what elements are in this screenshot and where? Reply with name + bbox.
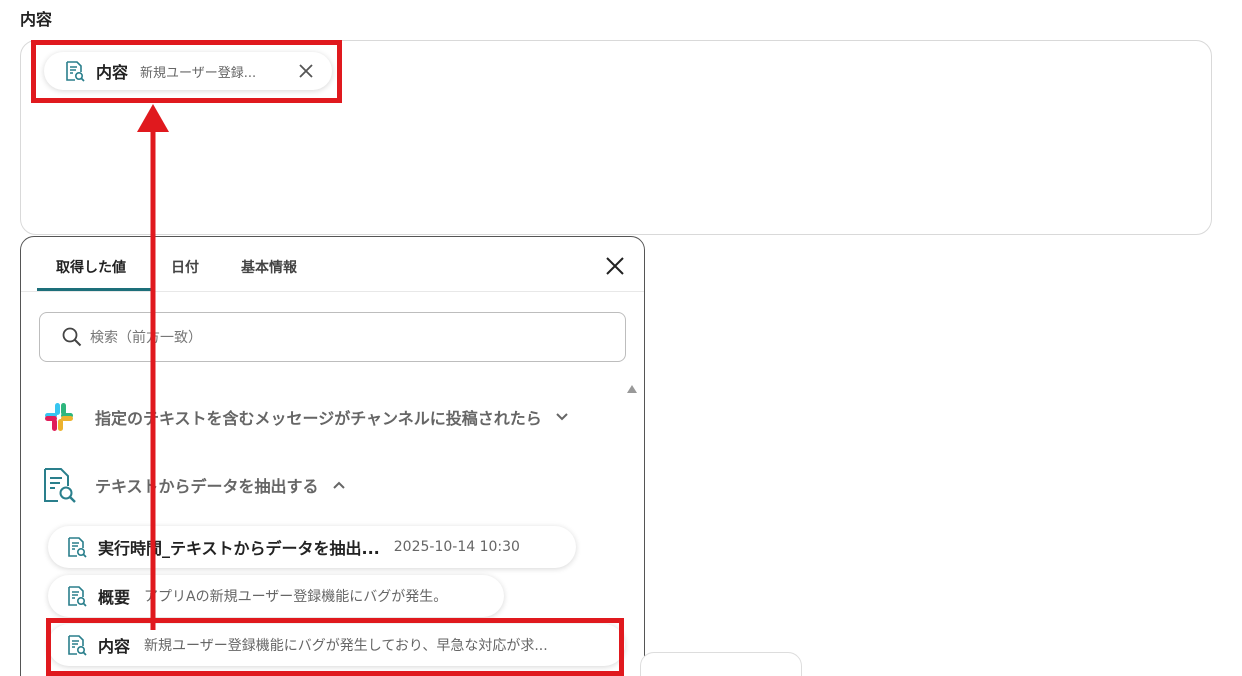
search-input[interactable]: 検索（前方一致） bbox=[39, 312, 626, 362]
item-label: 概要 bbox=[98, 588, 131, 607]
slack-logo-icon bbox=[45, 403, 73, 431]
search-placeholder: 検索（前方一致） bbox=[90, 330, 202, 346]
value-item[interactable]: 概要 アプリAの新規ユーザー登録機能にバグが発生。 bbox=[48, 575, 504, 617]
active-tab-indicator bbox=[37, 288, 151, 291]
value-picker-popup: 取得した値 日付 基本情報 検索（前方一致） 指定のテキストを含むメッセージがチ… bbox=[20, 236, 645, 676]
item-value: 2025-10-14 10:30 bbox=[393, 539, 520, 555]
close-icon[interactable] bbox=[605, 256, 625, 276]
tab-date[interactable]: 日付 bbox=[171, 257, 199, 277]
section-slack-trigger[interactable]: 指定のテキストを含むメッセージがチャンネルに投稿されたら bbox=[43, 401, 570, 433]
highlight-box-source bbox=[46, 618, 624, 676]
section-title: テキストからデータを抽出する bbox=[95, 477, 319, 496]
document-search-icon bbox=[44, 468, 76, 503]
value-item[interactable]: 実行時間_テキストからデータを抽出... 2025-10-14 10:30 bbox=[48, 526, 576, 568]
background-card bbox=[640, 652, 802, 676]
tab-bar: 取得した値 日付 基本情報 bbox=[21, 237, 644, 292]
chevron-up-icon[interactable] bbox=[331, 477, 347, 493]
scroll-up-arrow[interactable] bbox=[627, 385, 637, 393]
item-value: アプリAの新規ユーザー登録機能にバグが発生。 bbox=[144, 589, 448, 605]
highlight-box-target bbox=[31, 40, 342, 103]
field-label: 内容 bbox=[20, 10, 53, 29]
document-search-icon bbox=[68, 537, 87, 558]
chevron-down-icon[interactable] bbox=[554, 409, 570, 425]
section-title: 指定のテキストを含むメッセージがチャンネルに投稿されたら bbox=[95, 409, 542, 428]
item-label: 実行時間_テキストからデータを抽出... bbox=[98, 539, 380, 558]
search-icon bbox=[62, 327, 82, 347]
tab-basic-info[interactable]: 基本情報 bbox=[241, 257, 297, 277]
section-extract-data[interactable]: テキストからデータを抽出する bbox=[41, 466, 347, 504]
document-search-icon bbox=[68, 586, 87, 607]
tab-acquired-values[interactable]: 取得した値 bbox=[56, 257, 126, 277]
